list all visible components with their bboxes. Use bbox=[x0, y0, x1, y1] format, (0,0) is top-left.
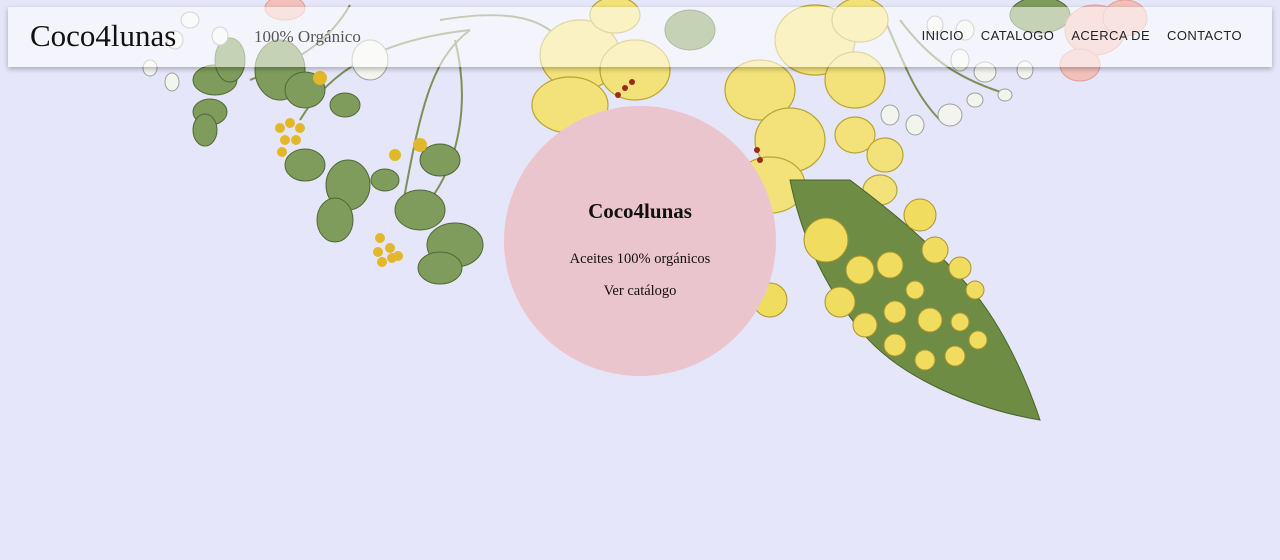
page: Coco4lunas 100% Orgánico INICIO CATALOGO… bbox=[0, 0, 1280, 560]
hero-circle: Coco4lunas Aceites 100% orgánicos Ver ca… bbox=[504, 106, 776, 376]
brand-logo[interactable]: Coco4lunas bbox=[30, 19, 176, 53]
nav-link-inicio[interactable]: INICIO bbox=[922, 28, 964, 43]
nav-link-acerca-de[interactable]: ACERCA DE bbox=[1071, 28, 1150, 43]
brand-tagline: 100% Orgánico bbox=[254, 27, 361, 46]
view-catalog-link[interactable]: Ver catálogo bbox=[504, 283, 776, 300]
nav-link-contacto[interactable]: CONTACTO bbox=[1167, 28, 1242, 43]
top-navbar: Coco4lunas 100% Orgánico INICIO CATALOGO… bbox=[8, 7, 1272, 67]
hero-title: Coco4lunas bbox=[588, 199, 692, 223]
nav-link-catalogo[interactable]: CATALOGO bbox=[981, 28, 1055, 43]
hero-subtitle: Aceites 100% orgánicos bbox=[569, 251, 711, 267]
main-nav: INICIO CATALOGO ACERCA DE CONTACTO bbox=[922, 28, 1242, 43]
